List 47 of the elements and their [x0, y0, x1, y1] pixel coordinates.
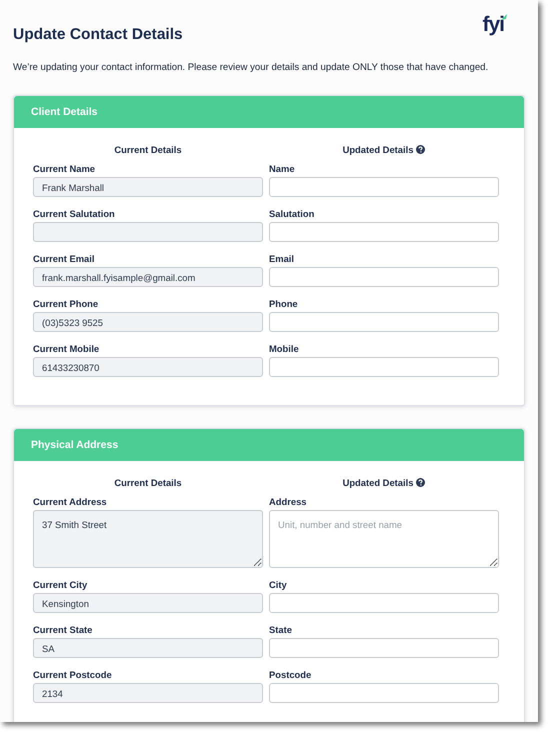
- input-field[interactable]: [269, 222, 499, 242]
- field-label: State: [269, 624, 293, 635]
- input-field[interactable]: [269, 312, 499, 332]
- field-label: Current Mobile: [33, 343, 100, 354]
- section-header: Client Details: [14, 96, 524, 128]
- current-value-field[interactable]: (03)5323 9525: [33, 312, 263, 332]
- field-label: Current Postcode: [33, 669, 113, 680]
- field-label: Current Salutation: [33, 208, 116, 219]
- current-value-field[interactable]: frank.marshall.fyisample@gmail.com: [33, 267, 263, 287]
- field-label: Postcode: [269, 669, 312, 680]
- field-label: Current Email: [33, 253, 96, 264]
- help-icon[interactable]: [416, 144, 426, 154]
- column-heading: Updated Details: [342, 476, 414, 488]
- current-value-field[interactable]: Kensington: [33, 593, 263, 613]
- field-label: Current State: [33, 624, 94, 635]
- section-header: Physical Address: [14, 429, 524, 461]
- current-value-field[interactable]: Frank Marshall: [33, 177, 263, 197]
- column-heading: Current Details: [114, 476, 182, 488]
- current-value-field[interactable]: [33, 222, 263, 242]
- input-field[interactable]: [269, 638, 499, 658]
- column-heading: Updated Details: [342, 144, 414, 154]
- field-label: Mobile: [269, 343, 300, 354]
- field-label: Email: [269, 253, 296, 264]
- field-label: Phone: [269, 298, 299, 309]
- current-value-field[interactable]: 61433230870: [33, 357, 263, 377]
- field-label: Current City: [33, 579, 88, 590]
- field-label: City: [269, 579, 288, 590]
- page-title: Update Contact Details: [13, 26, 183, 44]
- current-value-field[interactable]: 2134: [33, 683, 263, 703]
- input-field[interactable]: [269, 177, 499, 197]
- input-field[interactable]: [269, 357, 499, 377]
- current-value-field[interactable]: 37 Smith Street: [33, 510, 263, 568]
- field-label: Current Name: [33, 163, 96, 174]
- field-label: Salutation: [269, 208, 316, 219]
- help-icon[interactable]: [416, 478, 426, 486]
- intro-text: We’re updating your contact information. Please review your details and update ONLY those that have changed.: [13, 62, 490, 73]
- logo: fyi: [482, 14, 504, 36]
- field-label: Current Address: [33, 496, 108, 507]
- input-field[interactable]: [269, 593, 499, 613]
- current-value-field[interactable]: SA: [33, 638, 263, 658]
- field-label: Name: [269, 163, 296, 174]
- field-label: Current Phone: [33, 298, 100, 309]
- field-label: Address: [269, 496, 308, 507]
- column-heading: Current Details: [114, 144, 182, 154]
- input-field[interactable]: [269, 683, 499, 703]
- input-field[interactable]: [269, 267, 499, 287]
- text-area[interactable]: Unit, number and street name: [269, 510, 499, 568]
